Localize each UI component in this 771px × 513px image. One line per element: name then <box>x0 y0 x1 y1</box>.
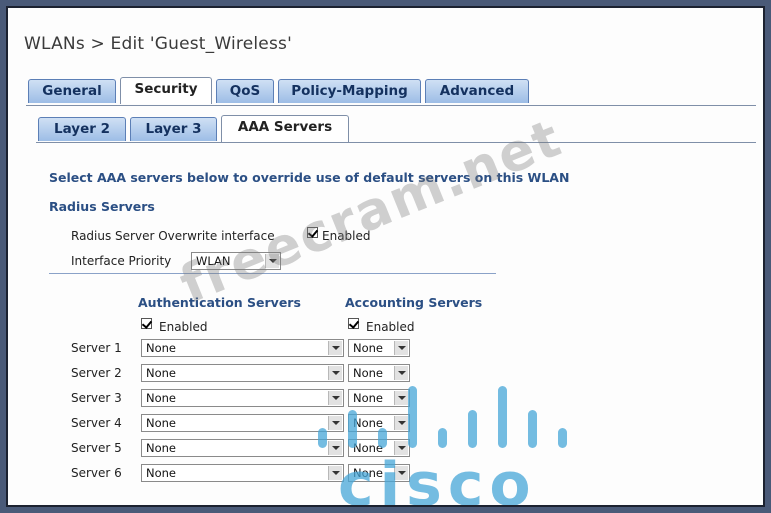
server-6-auth-value: None <box>146 466 177 480</box>
cisco-logo-bars-icon <box>318 386 578 448</box>
server-3-auth-value: None <box>146 391 177 405</box>
interface-priority-label: Interface Priority <box>71 254 172 268</box>
subtabs-divider <box>36 142 756 143</box>
server-6-label: Server 6 <box>71 466 122 480</box>
cisco-logo-text: cisco <box>338 450 537 507</box>
tab-security[interactable]: Security <box>120 77 212 104</box>
chevron-down-icon <box>328 341 342 355</box>
tabs-divider <box>26 105 756 106</box>
accounting-servers-heading: Accounting Servers <box>345 295 483 310</box>
radius-servers-heading: Radius Servers <box>49 199 155 214</box>
auth-enabled-label: Enabled <box>159 320 208 334</box>
server-1-acct-value: None <box>353 341 384 355</box>
server-2-auth-value: None <box>146 366 177 380</box>
server-4-auth-value: None <box>146 416 177 430</box>
server-2-acct-value: None <box>353 366 384 380</box>
server-2-auth-select[interactable]: None <box>141 364 344 382</box>
acct-enabled-checkbox[interactable] <box>348 318 359 329</box>
server-2-label: Server 2 <box>71 366 122 380</box>
tab-layer-3[interactable]: Layer 3 <box>130 117 217 141</box>
auth-enabled-checkbox[interactable] <box>141 318 152 329</box>
server-1-auth-value: None <box>146 341 177 355</box>
acct-enabled-label: Enabled <box>366 320 415 334</box>
tab-aaa-servers[interactable]: AAA Servers <box>221 115 349 142</box>
server-5-label: Server 5 <box>71 441 122 455</box>
server-3-label: Server 3 <box>71 391 122 405</box>
chevron-down-icon <box>328 366 342 380</box>
tab-policy-mapping[interactable]: Policy-Mapping <box>278 79 421 103</box>
server-5-auth-value: None <box>146 441 177 455</box>
tab-general[interactable]: General <box>28 79 116 103</box>
server-4-label: Server 4 <box>71 416 122 430</box>
server-4-auth-select[interactable]: None <box>141 414 344 432</box>
chevron-down-icon <box>394 366 408 380</box>
server-6-auth-select[interactable]: None <box>141 464 344 482</box>
tab-layer-2[interactable]: Layer 2 <box>38 117 126 141</box>
tab-advanced[interactable]: Advanced <box>425 79 529 103</box>
page-title: WLANs > Edit 'Guest_Wireless' <box>24 34 292 54</box>
server-3-auth-select[interactable]: None <box>141 389 344 407</box>
server-1-auth-select[interactable]: None <box>141 339 344 357</box>
server-2-acct-select[interactable]: None <box>348 364 410 382</box>
window-frame: WLANs > Edit 'Guest_Wireless' General Se… <box>6 6 765 507</box>
server-1-label: Server 1 <box>71 341 122 355</box>
tab-qos[interactable]: QoS <box>216 79 274 103</box>
server-5-auth-select[interactable]: None <box>141 439 344 457</box>
server-1-acct-select[interactable]: None <box>348 339 410 357</box>
chevron-down-icon <box>394 341 408 355</box>
